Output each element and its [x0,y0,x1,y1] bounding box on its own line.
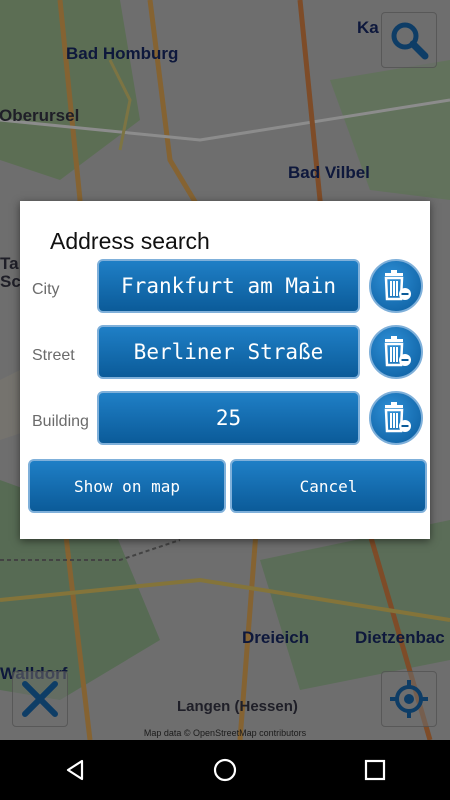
trash-icon [384,270,411,301]
home-circle-icon [213,758,237,782]
address-search-dialog: Address search City Frankfurt am Main St… [20,201,430,539]
building-label: Building [32,413,89,430]
nav-recent-button[interactable] [345,740,405,800]
clear-city-button[interactable] [369,259,423,313]
system-nav-bar [0,740,450,800]
dialog-title: Address search [50,228,210,254]
city-label: City [32,281,60,298]
building-field[interactable]: 25 [97,391,360,445]
nav-home-button[interactable] [195,740,255,800]
trash-icon [384,336,411,367]
back-triangle-icon [66,759,84,781]
recent-square-icon [364,759,386,781]
clear-building-button[interactable] [369,391,423,445]
show-on-map-button[interactable]: Show on map [28,459,226,513]
street-label: Street [32,347,75,364]
clear-street-button[interactable] [369,325,423,379]
street-field[interactable]: Berliner Straße [97,325,360,379]
city-field[interactable]: Frankfurt am Main [97,259,360,313]
cancel-button[interactable]: Cancel [230,459,427,513]
trash-icon [384,402,411,433]
nav-back-button[interactable] [45,740,105,800]
